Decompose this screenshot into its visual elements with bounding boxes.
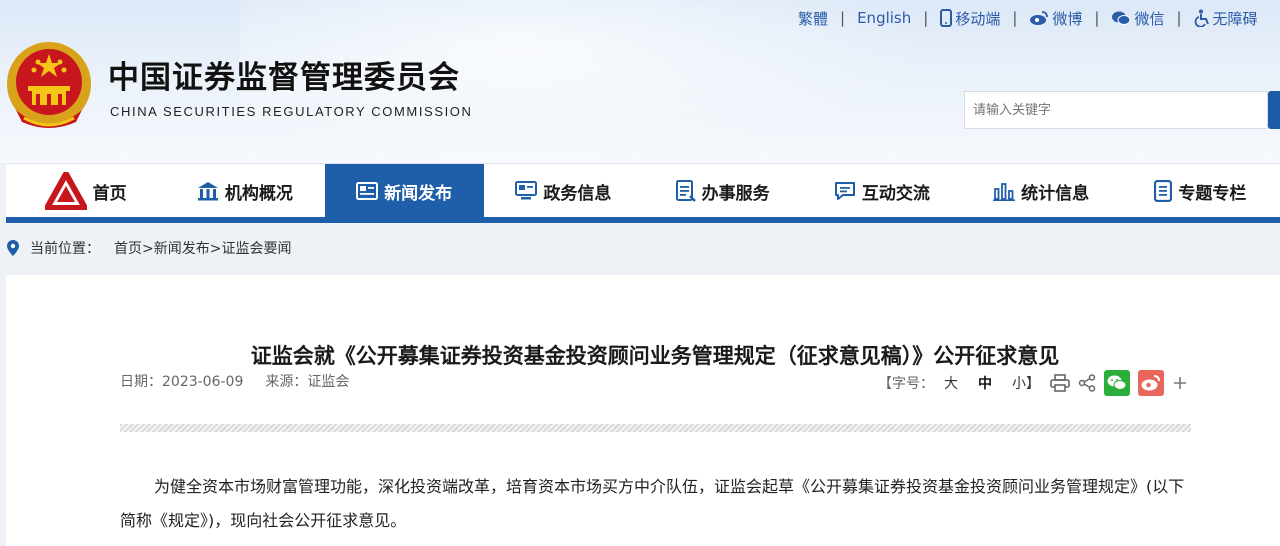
font-size-medium[interactable]: 中 — [978, 373, 992, 393]
top-links: 繁體 | English | 移动端 | 微博 | 微信 | 无障碍 — [798, 8, 1258, 28]
news-icon — [356, 182, 379, 200]
mobile-phone-icon — [940, 9, 953, 27]
nav-item-label: 首页 — [92, 183, 127, 204]
weibo-share-button[interactable] — [1138, 370, 1164, 396]
nav-underline — [6, 217, 1280, 223]
weibo-link[interactable]: 微博 — [1029, 8, 1082, 29]
nav-item-news[interactable]: 新闻发布 — [324, 164, 484, 218]
article-tools: 【字号： 大 中 小】 — [878, 368, 1188, 398]
wechat-icon — [1112, 11, 1131, 25]
weibo-icon — [1030, 11, 1049, 25]
screen-icon — [515, 181, 538, 200]
nav-item-interaction[interactable]: 互动交流 — [802, 164, 961, 218]
site-header: 中国证券监督管理委员会 CHINA SECURITIES REGULATORY … — [0, 0, 1280, 163]
nav-item-gov-info[interactable]: 政务信息 — [484, 164, 643, 218]
font-size-small[interactable]: 小】 — [1012, 373, 1040, 393]
english-link[interactable]: English — [857, 9, 911, 27]
print-button[interactable] — [1050, 374, 1070, 392]
bar-chart-icon — [993, 183, 1016, 201]
article-date: 日期：2023-06-09 — [120, 374, 244, 390]
breadcrumb: 当前位置： 首页>新闻发布>证监会要闻 — [6, 236, 291, 260]
weibo-share-icon — [1138, 370, 1164, 396]
site-title: 中国证券监督管理委员会 — [108, 60, 460, 96]
nav-item-label: 办事服务 — [701, 183, 770, 204]
print-icon — [1050, 374, 1070, 392]
nav-item-label: 新闻发布 — [384, 183, 453, 204]
mobile-link[interactable]: 移动端 — [940, 8, 1000, 29]
article-title: 证监会就《公开募集证券投资基金投资顾问业务管理规定（征求意见稿）》公开征求意见 — [250, 344, 1060, 368]
separator: | — [923, 9, 929, 27]
breadcrumb-path[interactable]: 首页>新闻发布>证监会要闻 — [114, 238, 291, 258]
nav-item-label: 政务信息 — [543, 183, 612, 204]
main-nav: 首页 机构概况 新闻发布 政务信息 办事服务 互动交流 统计信息 专题专栏 — [6, 163, 1280, 218]
wechat-share-icon — [1104, 370, 1130, 396]
separator: | — [1012, 9, 1018, 27]
more-share-button[interactable] — [1172, 375, 1188, 391]
wechat-share-button[interactable] — [1104, 370, 1130, 396]
accessibility-link-label: 无障碍 — [1212, 9, 1258, 28]
breadcrumb-label: 当前位置： — [30, 241, 100, 257]
mobile-link-label: 移动端 — [955, 9, 1001, 28]
share-button[interactable] — [1078, 374, 1096, 392]
nav-item-label: 统计信息 — [1021, 183, 1090, 204]
chat-icon — [834, 182, 855, 200]
nav-item-about[interactable]: 机构概况 — [165, 164, 324, 218]
nav-item-label: 专题专栏 — [1178, 183, 1247, 204]
csrc-logo-icon — [44, 172, 87, 210]
search-input[interactable] — [964, 91, 1268, 129]
wechat-link-label: 微信 — [1134, 9, 1165, 28]
accessibility-link[interactable]: 无障碍 — [1194, 8, 1258, 29]
wheelchair-icon — [1194, 9, 1209, 27]
separator: | — [1094, 9, 1100, 27]
document-icon — [675, 180, 696, 202]
font-size-label: 【字号： — [878, 376, 934, 392]
plus-icon — [1174, 377, 1186, 389]
traditional-chinese-link[interactable]: 繁體 — [798, 8, 828, 29]
national-emblem-icon — [7, 42, 91, 128]
location-pin-icon — [7, 240, 19, 256]
nav-item-label: 机构概况 — [224, 183, 293, 204]
nav-item-statistics[interactable]: 统计信息 — [962, 164, 1121, 218]
article-body: 为健全资本市场财富管理功能，深化投资端改革，培育资本市场买方中介队伍，证监会起草… — [120, 477, 1185, 530]
wechat-link[interactable]: 微信 — [1111, 8, 1164, 29]
search-button[interactable] — [1268, 91, 1280, 129]
article-divider — [120, 424, 1191, 432]
article-meta: 日期：2023-06-09 来源：证监会 — [120, 371, 349, 391]
nav-item-topics[interactable]: 专题专栏 — [1121, 164, 1280, 218]
article-source: 来源：证监会 — [265, 374, 350, 390]
share-icon — [1078, 374, 1096, 392]
separator: | — [1176, 9, 1182, 27]
nav-item-label: 互动交流 — [861, 183, 930, 204]
weibo-link-label: 微博 — [1052, 9, 1083, 28]
font-size-large[interactable]: 大 — [944, 373, 958, 393]
building-icon — [197, 182, 218, 201]
nav-item-services[interactable]: 办事服务 — [643, 164, 802, 218]
file-icon — [1154, 180, 1173, 202]
nav-item-home[interactable]: 首页 — [6, 164, 165, 218]
separator: | — [840, 9, 846, 27]
site-subtitle: CHINA SECURITIES REGULATORY COMMISSION — [110, 104, 473, 119]
